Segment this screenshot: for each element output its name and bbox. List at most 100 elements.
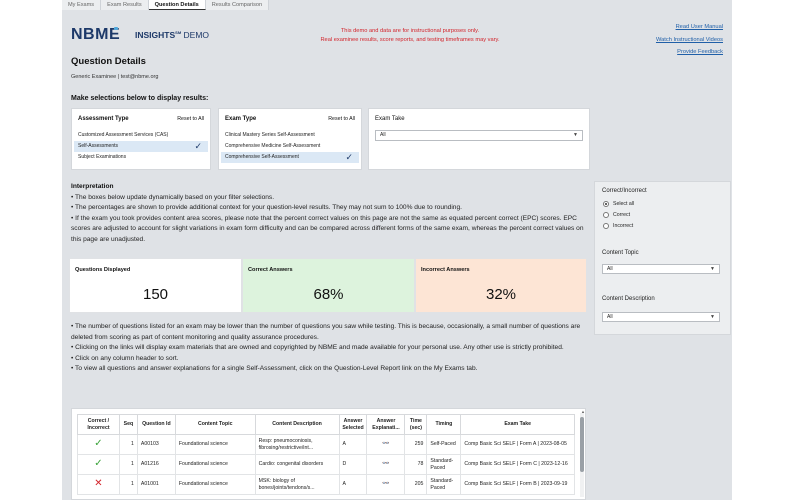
column-header-time[interactable]: Time (sec)	[404, 414, 428, 435]
column-header-content-topic[interactable]: Content Topic	[174, 414, 256, 435]
exam-take-filter: Exam Take All ▼	[368, 108, 590, 170]
assessment-type-filter: Assessment Type Reset to All Customized …	[71, 108, 211, 170]
assessment-option-self-assessments[interactable]: Self-Assessments ✓	[74, 141, 208, 152]
assessment-option-subject-exams[interactable]: Subject Examinations	[72, 152, 210, 163]
demo-disclaimer: This demo and data are for instructional…	[250, 27, 570, 45]
content-topic-cell: Foundational science	[174, 454, 256, 475]
assessment-option-cas[interactable]: Customized Assessment Services (CAS)	[72, 130, 210, 141]
seq-cell: 1	[118, 454, 138, 475]
disclaimer-line-1: This demo and data are for instructional…	[340, 28, 480, 34]
questions-displayed-box: Questions Displayed 150	[69, 258, 242, 313]
content-description-select[interactable]: All ▼	[602, 312, 720, 322]
exam-take-cell: Comp Basic Sci SELF | Form C | 2023-12-1…	[460, 454, 575, 475]
read-user-manual-link[interactable]: Read User Manual	[656, 21, 723, 34]
content-description-cell: MSK: biology of bones/joints/tendons/s..…	[254, 474, 340, 495]
radio-label: Correct	[613, 212, 631, 218]
assessment-type-reset-button[interactable]: Reset to All	[177, 116, 204, 124]
incorrect-answers-box: Incorrect Answers 32%	[415, 258, 587, 313]
assessment-option-label: Self-Assessments	[78, 143, 119, 149]
timing-cell: Self-Paced	[426, 434, 462, 455]
view-explanation-icon[interactable]: 👓	[382, 461, 389, 467]
content-description-cell: Resp: pneumoconiosis, fibrosing/restrict…	[254, 434, 340, 455]
question-table: Correct / Incorrect Seq Question Id Cont…	[77, 414, 575, 495]
interpretation-title: Interpretation	[71, 183, 114, 190]
content-topic-select[interactable]: All ▼	[602, 264, 720, 274]
column-header-seq[interactable]: Seq	[118, 414, 138, 435]
correct-cell: ✓	[77, 434, 120, 455]
note-2: • Clicking on the links will display exa…	[71, 344, 564, 351]
column-header-timing[interactable]: Timing	[426, 414, 462, 435]
tab-bar: My Exams Exam Results Question Details R…	[62, 0, 270, 11]
exam-option-comprehensive-self[interactable]: Comprehensive Self-Assessment ✓	[221, 152, 359, 163]
exam-type-reset-button[interactable]: Reset to All	[328, 116, 355, 124]
incorrect-cell: ✕	[77, 474, 120, 495]
demo-label: DEMO	[183, 30, 210, 40]
content-topic-cell: Foundational science	[174, 434, 256, 455]
scroll-up-arrow-icon[interactable]: ▲	[581, 409, 585, 414]
tab-question-details[interactable]: Question Details	[148, 0, 206, 10]
content-description-value: All	[607, 314, 613, 320]
note-3: • Click on any column header to sort.	[71, 354, 179, 362]
table-scrollbar-thumb[interactable]	[580, 417, 584, 472]
timing-cell: Standard-Paced	[426, 454, 462, 475]
watch-videos-link[interactable]: Watch Instructional Videos	[656, 34, 723, 47]
radio-unchecked-icon	[603, 223, 609, 229]
exam-option-clinical-mastery[interactable]: Clinical Mastery Series Self-Assessment	[219, 130, 361, 141]
tab-results-comparison[interactable]: Results Comparison	[205, 0, 270, 10]
selection-instructions: Make selections below to display results…	[71, 95, 209, 102]
radio-select-all[interactable]: Select all	[603, 201, 634, 207]
incorrect-answers-label: Incorrect Answers	[421, 267, 470, 273]
provide-feedback-link[interactable]: Provide Feedback	[656, 46, 723, 59]
radio-unchecked-icon	[603, 212, 609, 218]
exam-take-cell: Comp Basic Sci SELF | Form B | 2023-09-1…	[460, 474, 575, 495]
column-header-correct[interactable]: Correct / Incorrect	[77, 414, 120, 435]
note-4: • To view all questions and answer expla…	[71, 365, 478, 372]
view-explanation-icon[interactable]: 👓	[382, 481, 389, 487]
interpretation-line-2: • The percentages are shown to provide a…	[71, 204, 462, 211]
interpretation-line-1: • The boxes below update dynamically bas…	[71, 193, 275, 201]
column-header-content-description[interactable]: Content Description	[254, 414, 340, 435]
tab-my-exams[interactable]: My Exams	[62, 0, 102, 10]
column-header-answer-selected[interactable]: Answer Selected	[338, 414, 368, 435]
table-row: ✕ 1 A01001 Foundational science MSK: bio…	[77, 474, 575, 495]
nbme-logo: NBME	[71, 26, 121, 43]
correct-answers-value: 68%	[313, 286, 344, 303]
answer-explanation-cell: 👓	[366, 434, 406, 455]
correct-incorrect-title: Correct/Incorrect	[602, 188, 647, 194]
exam-type-title: Exam Type	[225, 116, 257, 122]
content-description-cell: Cardio: congenital disorders	[254, 454, 340, 475]
correct-answers-box: Correct Answers 68%	[242, 258, 415, 313]
notes-section: • The number of questions listed for an …	[71, 322, 586, 375]
exam-option-comprehensive-medicine[interactable]: Comprehensive Medicine Self-Assessment	[219, 141, 361, 152]
radio-incorrect[interactable]: Incorrect	[603, 223, 633, 229]
time-cell: 259	[404, 434, 428, 455]
questions-displayed-value: 150	[142, 286, 169, 303]
exam-take-cell: Comp Basic Sci SELF | Form A | 2023-08-0…	[460, 434, 575, 455]
column-header-answer-explanation[interactable]: Answer Explanati...	[366, 414, 406, 435]
table-row: ✓ 1 A01216 Foundational science Cardio: …	[77, 454, 575, 475]
column-header-question-id[interactable]: Question Id	[136, 414, 176, 435]
checkmark-icon: ✓	[194, 141, 202, 151]
correct-cell: ✓	[77, 454, 120, 475]
help-links: Read User Manual Watch Instructional Vid…	[656, 21, 723, 59]
disclaimer-line-2: Real examinee results, score reports, an…	[320, 37, 500, 43]
exam-take-select[interactable]: All ▼	[375, 130, 583, 141]
answer-selected-cell: A	[338, 474, 368, 495]
column-header-exam-take[interactable]: Exam Take	[460, 414, 575, 435]
tab-exam-results[interactable]: Exam Results	[101, 0, 149, 10]
exam-option-label: Comprehensive Self-Assessment	[225, 154, 299, 160]
incorrect-answers-value: 32%	[485, 286, 517, 303]
exam-type-filter: Exam Type Reset to All Clinical Mastery …	[218, 108, 362, 170]
correct-answers-label: Correct Answers	[248, 267, 293, 273]
question-filter-panel: Correct/Incorrect Select all Correct Inc…	[594, 181, 731, 335]
time-cell: 78	[404, 454, 428, 475]
radio-correct[interactable]: Correct	[603, 212, 630, 218]
table-row: ✓ 1 A00103 Foundational science Resp: pn…	[77, 434, 575, 455]
checkmark-icon: ✓	[94, 457, 103, 469]
question-table-container: Correct / Incorrect Seq Question Id Cont…	[71, 408, 586, 500]
chevron-down-icon: ▼	[710, 266, 715, 272]
answer-explanation-cell: 👓	[366, 454, 406, 475]
view-explanation-icon[interactable]: 👓	[382, 441, 389, 447]
answer-selected-cell: A	[338, 434, 368, 455]
exam-take-value: All	[380, 132, 386, 138]
